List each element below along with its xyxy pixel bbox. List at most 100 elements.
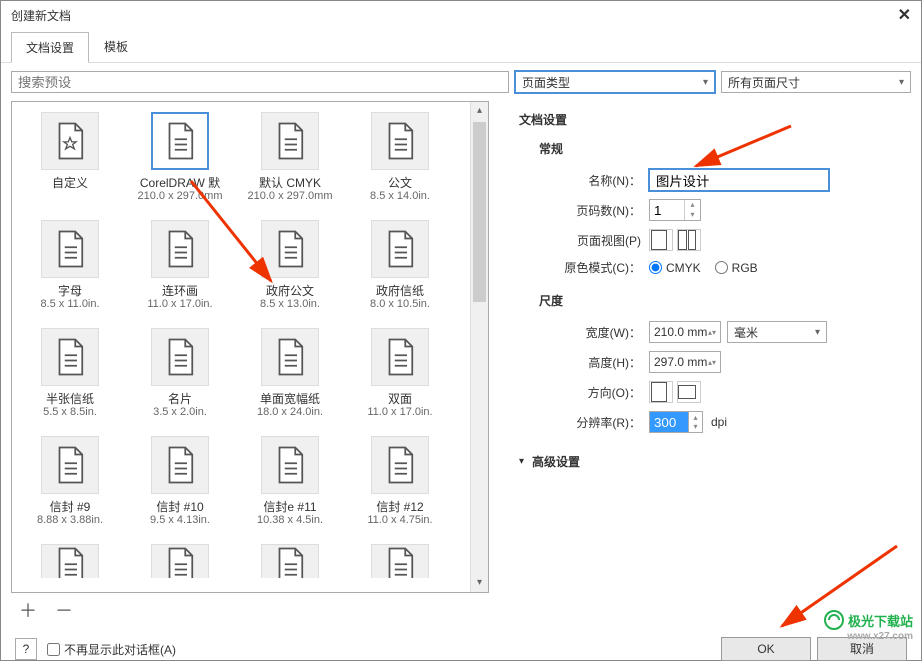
preset-label: 信封 #10 [156,500,203,514]
preset-item[interactable]: 单面宽幅纸18.0 x 24.0in. [236,326,344,432]
tabs: 文档设置 模板 [1,31,921,63]
height-input[interactable]: 297.0 mm▴▾ [649,351,721,373]
orientation-landscape-icon[interactable] [677,381,701,403]
preset-label: CorelDRAW 默 [140,176,220,190]
cmyk-text: CMYK [666,261,701,275]
preset-dims: 210.0 x 297.0mm [248,190,333,202]
rgb-text: RGB [732,261,758,275]
document-icon [261,328,319,386]
page-view-facing-icon[interactable] [677,229,701,251]
caret-right-icon: ▾ [519,456,524,467]
chevron-down-icon: ▾ [899,77,904,88]
width-input[interactable]: 210.0 mm▴▾ [649,321,721,343]
tab-doc-settings[interactable]: 文档设置 [11,32,89,63]
preset-item[interactable]: 名片3.5 x 2.0in. [126,326,234,432]
page-view-single-icon[interactable] [649,229,673,251]
preset-item[interactable]: 自定义 [16,110,124,216]
document-icon [151,328,209,386]
preset-item[interactable]: 政府信纸8.0 x 10.5in. [346,218,454,324]
document-star-icon [41,112,99,170]
search-input[interactable] [11,71,509,93]
preset-label: 双面 [388,392,412,406]
document-icon [151,112,209,170]
ok-button[interactable]: OK [721,637,811,661]
preset-item[interactable]: CorelDRAW 默210.0 x 297.0mm [126,110,234,216]
remove-preset-button[interactable]: － [51,597,77,623]
document-icon [261,112,319,170]
preset-item[interactable] [126,542,234,578]
preset-item[interactable] [16,542,124,578]
height-label: 高度(H)： [519,354,649,371]
preset-item[interactable]: 信封 #98.88 x 3.88in. [16,434,124,540]
preset-item[interactable]: 信封 #109.5 x 4.13in. [126,434,234,540]
preset-item[interactable]: 政府公文8.5 x 13.0in. [236,218,344,324]
spin-up-icon[interactable]: ▴ [685,200,700,210]
preset-label: 默认 CMYK [259,176,321,190]
all-sizes-label: 所有页面尺寸 [728,74,800,91]
unit-select[interactable]: 毫米 ▾ [727,321,827,343]
document-icon [261,436,319,494]
dpi-spinner[interactable]: ▴▾ [689,411,703,433]
resolution-input[interactable] [649,411,689,433]
radio-cmyk[interactable]: CMYK [649,261,701,275]
bottom-toolbar: ＋ － [1,593,921,627]
document-icon [371,544,429,578]
preset-dims: 8.5 x 13.0in. [260,298,320,310]
preset-item[interactable]: 半张信纸5.5 x 8.5in. [16,326,124,432]
name-label: 名称(N)： [519,172,649,189]
main-area: 自定义CorelDRAW 默210.0 x 297.0mm默认 CMYK210.… [1,97,921,593]
preset-item[interactable]: 字母8.5 x 11.0in. [16,218,124,324]
preset-item[interactable]: 公文8.5 x 14.0in. [346,110,454,216]
tab-template[interactable]: 模板 [89,31,143,62]
orientation-portrait-icon[interactable] [649,381,673,403]
spin-down-icon[interactable]: ▾ [685,210,700,220]
pages-value[interactable] [650,200,684,220]
radio-rgb[interactable]: RGB [715,261,758,275]
chevron-down-icon: ▾ [815,327,820,338]
preset-dims: 8.88 x 3.88in. [37,514,103,526]
preset-dims: 18.0 x 24.0in. [257,406,323,418]
name-input[interactable] [649,169,829,191]
preset-label: 信封e #11 [263,500,316,514]
scroll-down-icon[interactable]: ▾ [471,574,488,592]
presets-grid: 自定义CorelDRAW 默210.0 x 297.0mm默认 CMYK210.… [12,102,470,592]
preset-dims: 11.0 x 17.0in. [147,298,212,310]
help-button[interactable]: ? [15,638,37,660]
all-sizes-dropdown[interactable]: 所有页面尺寸 ▾ [721,71,911,93]
preset-item[interactable] [346,542,454,578]
document-icon [371,220,429,278]
preset-item[interactable]: 连环画11.0 x 17.0in. [126,218,234,324]
page-type-dropdown[interactable]: 页面类型 ▾ [515,71,715,93]
settings-panel: 文档设置 常规 名称(N)： 页码数(N)： ▴▾ 页面视图(P) 原色模式(C… [489,101,911,593]
document-icon [151,544,209,578]
preset-dims: 9.5 x 4.13in. [150,514,210,526]
preset-dims: 10.38 x 4.5in. [257,514,323,526]
scroll-thumb[interactable] [473,122,486,302]
resolution-label: 分辨率(R)： [519,414,649,431]
document-icon [261,544,319,578]
dont-show-checkbox[interactable]: 不再显示此对话框(A) [47,641,176,658]
preset-item[interactable]: 默认 CMYK210.0 x 297.0mm [236,110,344,216]
document-icon [371,436,429,494]
toolbar-row: 页面类型 ▾ 所有页面尺寸 ▾ [1,63,921,97]
preset-label: 自定义 [52,176,88,190]
close-icon[interactable]: ✕ [898,5,911,25]
advanced-toggle[interactable]: ▾ 高级设置 [519,453,891,470]
view-label: 页面视图(P) [519,232,649,249]
document-icon [41,544,99,578]
preset-item[interactable]: 信封e #1110.38 x 4.5in. [236,434,344,540]
preset-dims: 8.0 x 10.5in. [370,298,430,310]
preset-label: 公文 [388,176,412,190]
preset-item[interactable] [236,542,344,578]
preset-dims: 11.0 x 17.0in. [367,406,432,418]
preset-label: 信封 #9 [50,500,91,514]
scrollbar[interactable]: ▴ ▾ [470,102,488,592]
add-preset-button[interactable]: ＋ [15,597,41,623]
cancel-button[interactable]: 取消 [817,637,907,661]
preset-item[interactable]: 双面11.0 x 17.0in. [346,326,454,432]
settings-title: 文档设置 [519,111,891,128]
preset-item[interactable]: 信封 #1211.0 x 4.75in. [346,434,454,540]
document-icon [151,220,209,278]
scroll-up-icon[interactable]: ▴ [471,102,488,120]
pages-spinner[interactable]: ▴▾ [649,199,701,221]
